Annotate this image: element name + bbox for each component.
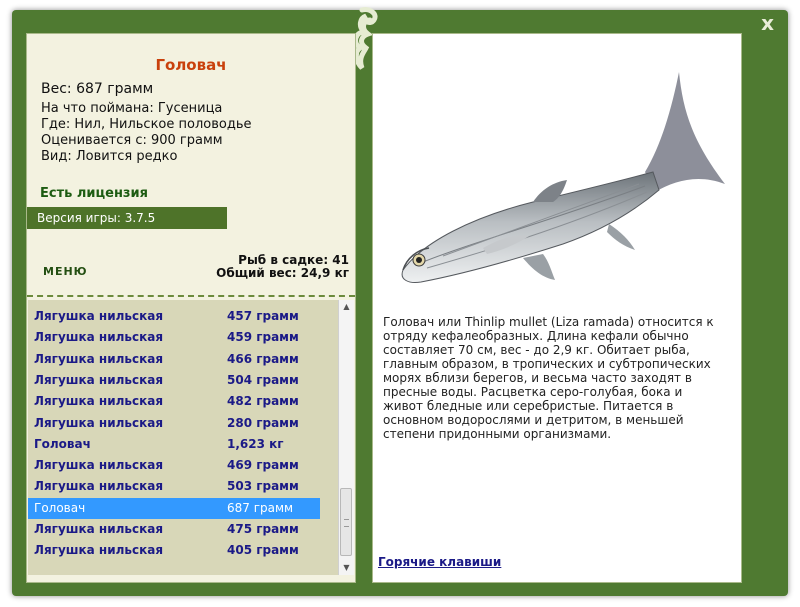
- fish-kind: Вид: Ловится редко: [41, 149, 178, 164]
- catch-row[interactable]: Лягушка нильская 482 грамм: [28, 391, 320, 412]
- catch-fish-name: Головач: [34, 500, 86, 515]
- fish-name-title: Головач: [155, 56, 227, 74]
- fish-description-panel: Головач или Thinlip mullet (Liza ramada)…: [372, 33, 742, 583]
- keepnet-stats: Рыб в садке: 41 Общий вес: 24,9 кг: [216, 254, 349, 280]
- catch-row[interactable]: Лягушка нильская 466 грамм: [28, 349, 320, 370]
- hotkeys-link[interactable]: Горячие клавиши: [378, 555, 501, 569]
- catch-row[interactable]: Лягушка нильская 457 грамм: [28, 306, 320, 327]
- catch-fish-name: Лягушка нильская: [34, 330, 164, 345]
- catch-row[interactable]: Головач 1,623 кг: [28, 434, 320, 455]
- catch-row[interactable]: Лягушка нильская 504 грамм: [28, 370, 320, 391]
- fish-info-panel: Головач Вес: 687 грамм На что поймана: Г…: [26, 33, 356, 583]
- catch-fish-weight: 280 грамм: [227, 415, 299, 430]
- catch-row[interactable]: Лягушка нильская 503 грамм: [28, 476, 320, 497]
- scroll-up-icon[interactable]: ▲: [339, 300, 354, 314]
- close-button[interactable]: x: [761, 13, 774, 33]
- catch-fish-name: Лягушка нильская: [34, 479, 164, 494]
- catch-fish-name: Лягушка нильская: [34, 351, 164, 366]
- catch-fish-name: Головач: [34, 436, 91, 451]
- catch-fish-weight: 504 грамм: [227, 372, 299, 387]
- fish-description: Головач или Thinlip mullet (Liza ramada)…: [383, 315, 714, 441]
- fish-location: Где: Нил, Нильское половодье: [41, 117, 252, 132]
- catch-fish-name: Лягушка нильская: [34, 309, 164, 323]
- catch-fish-weight: 466 грамм: [227, 351, 299, 366]
- catch-fish-name: Лягушка нильская: [34, 372, 164, 387]
- catch-fish-weight: 405 грамм: [227, 543, 299, 558]
- catch-fish-weight: 457 грамм: [227, 309, 299, 323]
- catch-fish-name: Лягушка нильская: [34, 415, 164, 430]
- catch-fish-weight: 475 грамм: [227, 522, 299, 536]
- catch-fish-weight: 482 грамм: [227, 394, 299, 409]
- total-weight: Общий вес: 24,9 кг: [216, 266, 349, 280]
- catch-row[interactable]: Лягушка нильская 475 грамм: [28, 519, 320, 540]
- scroll-thumb[interactable]: [340, 488, 352, 556]
- catch-fish-weight: 469 грамм: [227, 458, 299, 473]
- catch-fish-name: Лягушка нильская: [34, 543, 164, 558]
- catch-row[interactable]: Лягушка нильская 459 грамм: [28, 327, 320, 348]
- license-status: Есть лицензия: [40, 186, 148, 201]
- catch-list[interactable]: Лягушка нильская 457 грамм Лягушка нильска…: [28, 300, 338, 575]
- catch-fish-name: Лягушка нильская: [34, 522, 164, 536]
- catch-fish-weight: 1,623 кг: [227, 436, 284, 451]
- catch-row[interactable]: Головач 687 грамм: [28, 497, 320, 519]
- fish-weight: Вес: 687 грамм: [41, 81, 154, 97]
- divider: [27, 295, 355, 297]
- fish-bait: На что поймана: Гусеница: [41, 101, 223, 116]
- catch-row[interactable]: Лягушка нильская 405 грамм: [28, 540, 320, 561]
- catch-list-scrollbar[interactable]: ▲ ▼: [338, 300, 354, 575]
- catch-fish-name: Лягушка нильская: [34, 394, 164, 409]
- scroll-down-icon[interactable]: ▼: [339, 561, 354, 575]
- game-version: Версия игры: 3.7.5: [27, 207, 227, 229]
- catch-fish-weight: 459 грамм: [227, 330, 299, 345]
- catch-row[interactable]: Лягушка нильская 280 грамм: [28, 413, 320, 434]
- catch-row[interactable]: Лягушка нильская 469 грамм: [28, 455, 320, 476]
- catch-fish-weight: 503 грамм: [227, 479, 299, 494]
- catch-fish-name: Лягушка нильская: [34, 458, 164, 473]
- catch-fish-weight: 687 грамм: [227, 500, 294, 515]
- fish-valued: Оценивается с: 900 грамм: [41, 133, 223, 148]
- menu-button[interactable]: МЕНЮ: [43, 265, 88, 278]
- fish-image: [401, 72, 725, 283]
